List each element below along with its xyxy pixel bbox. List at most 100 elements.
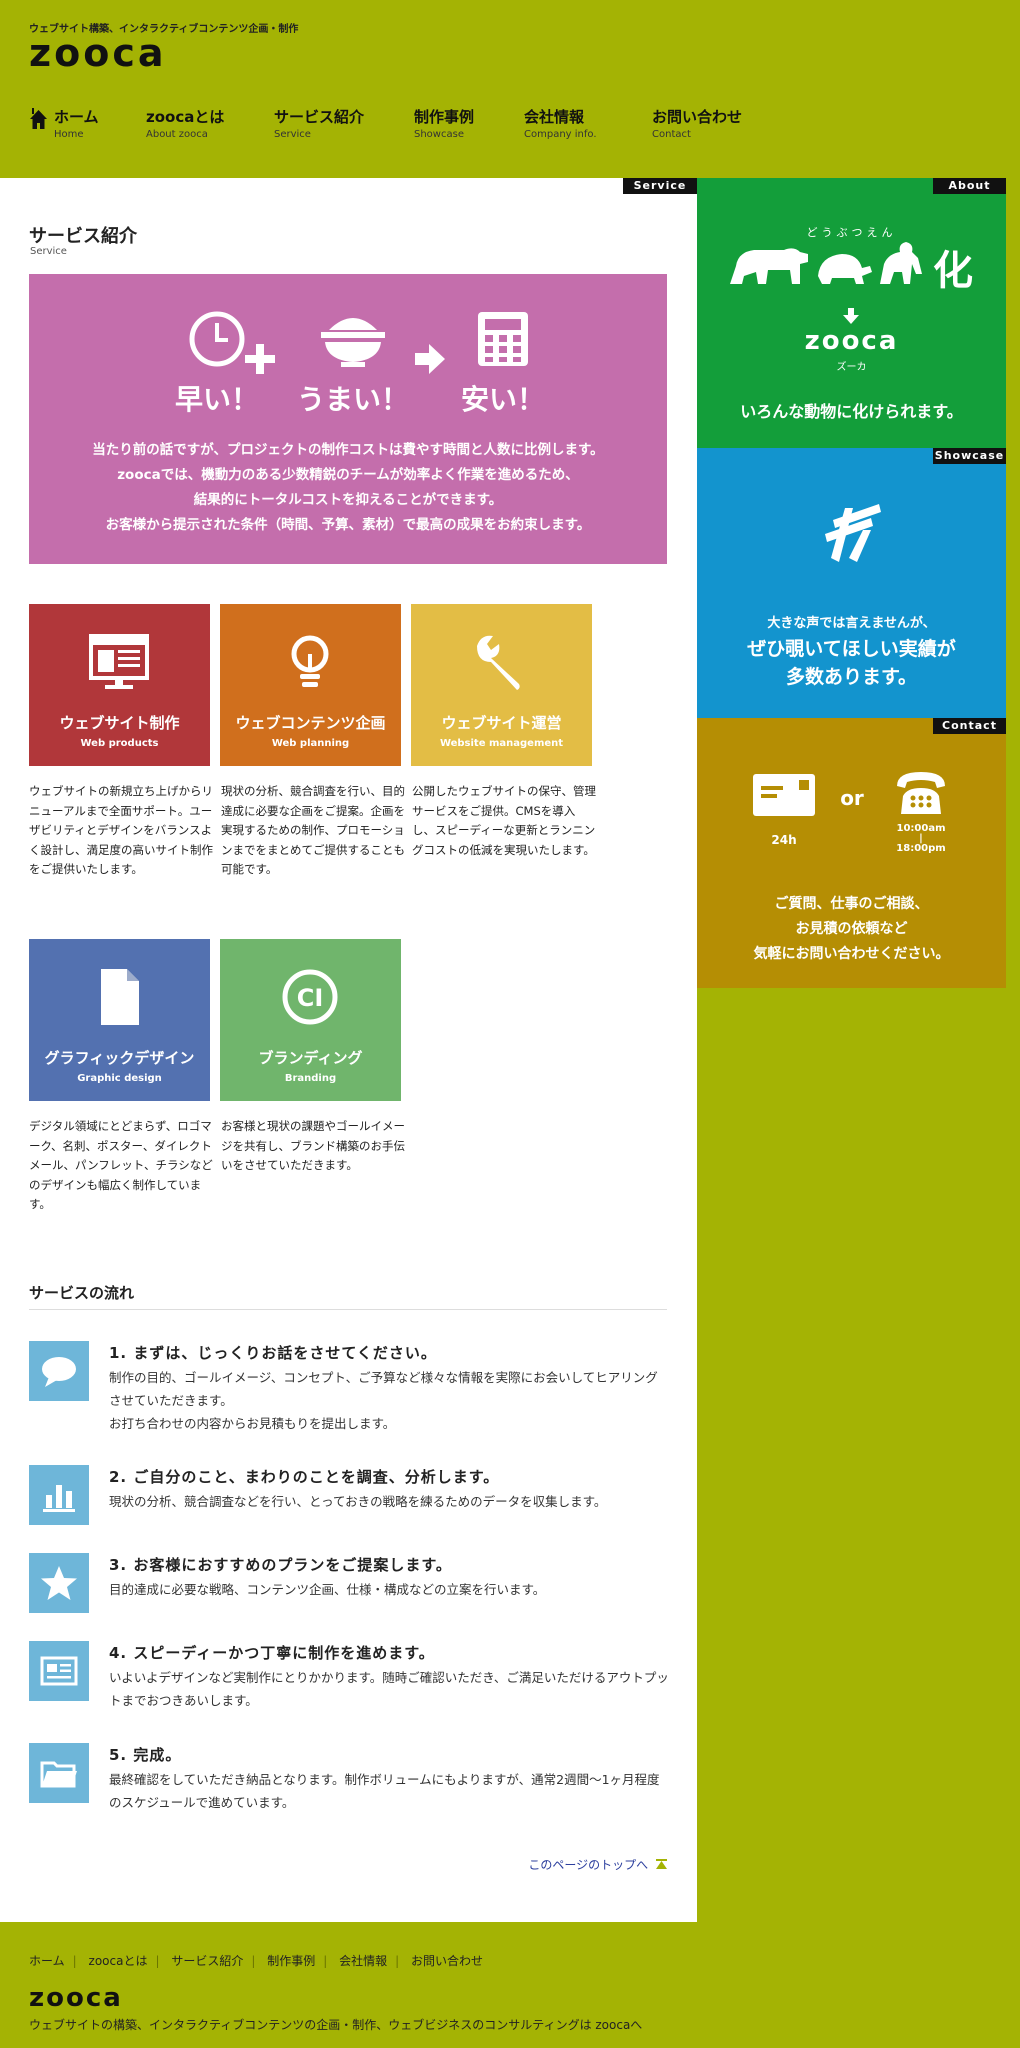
step-body: いよいよデザインなど実制作にとりかかります。随時ご確認いただき、ご満足いただける… [109, 1666, 669, 1712]
service-description: ウェブサイトの新規立ち上げからリニューアルまで全面サポート。ユーザビリティとデザ… [29, 784, 213, 876]
showcase-line-1: 大きな声では言えませんが、 [767, 616, 936, 631]
calculator-icon [478, 312, 528, 366]
nav-item-showcase[interactable]: 制作事例 Showcase [414, 106, 474, 140]
contact-line: 気軽にお問い合わせください。 [753, 946, 950, 962]
footer-link-home[interactable]: ホーム [29, 1954, 65, 1968]
about-text: いろんな動物に化けられます。 [740, 402, 963, 421]
wrench-icon [477, 635, 520, 690]
footer-logo[interactable]: zooca [29, 1984, 123, 2012]
site-logo[interactable]: zooca [29, 34, 167, 72]
footer-nav: ホーム | zoocaとは | サービス紹介 | 制作事例 | 会社情報 | お問い合わせ [29, 1954, 484, 1968]
nav-sublabel: Service [274, 129, 311, 140]
sidebar-contact-panel[interactable]: Contact 24h or 10:00am | 18:00pm ご質問、仕事の… [697, 718, 1006, 988]
hashtag-shield-icon [825, 504, 881, 562]
service-card-website-management[interactable]: ウェブサイト運営 Website management [411, 604, 592, 766]
step-icon-box [29, 1341, 89, 1401]
nav-sublabel: Showcase [414, 129, 464, 140]
hero-text-line: 結果的にトータルコストを抑えることができます。 [193, 492, 503, 508]
hero-banner: 早い！ うまい！ 安い！ 当たり前の話ですが、プロジェクトの制作コストは費やす時… [29, 274, 667, 564]
contact-line: ご質問、仕事のご相談、 [774, 896, 929, 912]
contact-line: お見積の依頼など [795, 921, 908, 937]
section-tag: Service [623, 178, 697, 194]
footer-link-about[interactable]: zoocaとは [89, 1954, 148, 1968]
hero-label: 安い！ [460, 383, 545, 416]
panel-tag: About [933, 178, 1006, 194]
hero-text-line: zoocaでは、機動力のある少数精鋭のチームが効率よく作業を進めるため、 [117, 467, 579, 483]
page-top-link[interactable]: このページのトップへ [528, 1856, 667, 1873]
nav-item-contact[interactable]: お問い合わせ Contact [652, 106, 742, 140]
contact-message: ご質問、仕事のご相談、 お見積の依頼など 気軽にお問い合わせください。 [697, 892, 1006, 967]
arrow-up-icon [656, 1859, 667, 1869]
hero-text-line: お客様から提示された条件（時間、予算、素材）で最高の成果をお約束します。 [105, 517, 591, 533]
hero-text-line: 当たり前の話ですが、プロジェクトの制作コストは費やす時間と人数に比例します。 [92, 442, 604, 458]
step-icon-box [29, 1641, 89, 1701]
nav-item-company[interactable]: 会社情報 Company info. [524, 106, 597, 140]
mail-icon [753, 774, 815, 816]
step-text: 最終確認をしていただき納品となります。制作ボリュームにもよりますが、通常2週間〜… [109, 1772, 660, 1810]
step-title: 3. お客様におすすめのプランをご提案します。 [109, 1556, 452, 1574]
step-text: 制作の目的、ゴールイメージ、コンセプト、ご予算など様々な情報を実際にお会いしてヒ… [109, 1370, 658, 1408]
page-title: サービス紹介 [29, 226, 137, 247]
step-title: 5. 完成。 [109, 1746, 182, 1764]
footer-link-contact[interactable]: お問い合わせ [411, 1954, 483, 1968]
nav-label: 会社情報 [524, 108, 585, 126]
service-card-web-planning[interactable]: ウェブコンテンツ企画 Web planning [220, 604, 401, 766]
nav-item-service[interactable]: サービス紹介 Service [274, 106, 364, 140]
service-card-branding[interactable]: CI ブランディング Branding [220, 939, 401, 1101]
footer-link-company[interactable]: 会社情報 [339, 1954, 387, 1968]
footer-link-service[interactable]: サービス紹介 [171, 1954, 243, 1968]
tel-hours: 10:00am | 18:00pm [883, 824, 959, 854]
bar-chart-icon [43, 1485, 75, 1512]
nav-item-about[interactable]: zoocaとは About zooca [146, 106, 224, 140]
step-text: 現状の分析、競合調査などを行い、とっておきの戦略を練るためのデータを収集します。 [109, 1494, 607, 1509]
footer-tagline: ウェブサイトの構築、インタラクティブコンテンツの企画・制作、ウェブビジネスのコン… [29, 2018, 643, 2032]
service-title: ブランディング [258, 1049, 363, 1067]
service-title: ウェブサイト運営 [441, 714, 562, 732]
hero-label: 早い！ [174, 383, 259, 416]
step-title: 4. スピーディーかつ丁寧に制作を進めます。 [109, 1644, 435, 1662]
clock-icon [189, 311, 245, 367]
nav-item-home[interactable]: ホーム Home [29, 106, 99, 140]
step-icon-box [29, 1743, 89, 1803]
step-text: 目的達成に必要な戦略、コンテンツ企画、仕様・構成などの立案を行います。 [109, 1582, 546, 1597]
service-subtitle: Web planning [271, 738, 350, 749]
footer-link-showcase[interactable]: 制作事例 [267, 1954, 315, 1968]
nav-label: zoocaとは [146, 108, 225, 126]
flow-heading: サービスの流れ [29, 1284, 135, 1302]
nav-sublabel: Contact [652, 129, 691, 140]
service-card-graphic-design[interactable]: グラフィックデザイン Graphic design [29, 939, 210, 1101]
tel-hours-to: 18:00pm [896, 843, 946, 854]
nav-label: 制作事例 [414, 108, 475, 126]
sidebar-about-panel[interactable]: About どうぶつえん 化 zooca ズーカ いろんな動物に化けられます。 [697, 178, 1006, 448]
service-card-web-products[interactable]: ウェブサイト制作 Web products [29, 604, 210, 766]
contact-or: or [840, 786, 864, 810]
service-subtitle: Branding [284, 1073, 337, 1084]
sidebar-showcase-panel[interactable]: Showcase 大きな声では言えませんが、 ぜひ覗いてほしい実績が 多数ありま… [697, 448, 1006, 718]
service-title: グラフィックデザイン [44, 1049, 195, 1067]
about-logo-kana: ズーカ [836, 362, 867, 373]
svg-text:CI: CI [297, 984, 324, 1012]
service-subtitle: Graphic design [77, 1073, 162, 1084]
main-content: Service サービス紹介 Service 早い！ うまい！ 安い！ 当たり前… [0, 178, 697, 1922]
site-header: ウェブサイト構築、インタラクティブコンテンツ企画・制作 zooca ホーム Ho… [0, 0, 1020, 178]
step-icon-box [29, 1465, 89, 1525]
document-icon [101, 969, 139, 1025]
showcase-line-3: 多数あります。 [785, 666, 918, 688]
lightbulb-icon [291, 635, 329, 687]
hero-item-cheap: 安い！ [433, 310, 573, 418]
step-title: 2. ご自分のこと、まわりのことを調査、分析します。 [109, 1468, 500, 1486]
step-text: いよいよデザインなど実制作にとりかかります。随時ご確認いただき、ご満足いただける… [109, 1670, 669, 1708]
step-body: 最終確認をしていただき納品となります。制作ボリュームにもよりますが、通常2週間〜… [109, 1768, 669, 1814]
folder-icon [40, 1761, 77, 1788]
service-title: ウェブサイト制作 [59, 714, 180, 732]
arrow-down-icon [843, 308, 859, 324]
nav-label: お問い合わせ [652, 108, 743, 126]
hero-item-tasty: うまい！ [273, 310, 433, 418]
page-subtitle: Service [30, 246, 67, 257]
step-text: お打ち合わせの内容からお見積もりを提出します。 [109, 1416, 396, 1431]
nav-sublabel: About zooca [146, 129, 208, 140]
layout-icon [40, 1656, 78, 1686]
about-ka: 化 [933, 248, 973, 294]
service-description: お客様と現状の課題やゴールイメージを共有し、ブランド構築のお手伝いをさせていただ… [221, 1119, 405, 1172]
step-body: 制作の目的、ゴールイメージ、コンセプト、ご予算など様々な情報を実際にお会いしてヒ… [109, 1366, 669, 1435]
